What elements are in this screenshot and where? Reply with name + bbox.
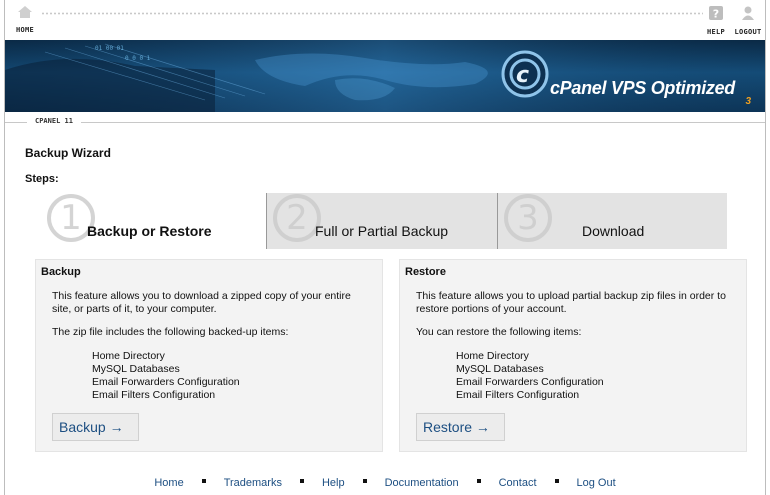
footer-separator — [554, 479, 559, 483]
dotted-divider — [41, 12, 703, 15]
step-label-2: Full or Partial Backup — [315, 223, 449, 239]
restore-items-intro: You can restore the following items: — [416, 326, 582, 338]
home-icon — [18, 6, 32, 18]
list-item: MySQL Databases — [92, 363, 180, 375]
version-strip: CPANEL 11 — [5, 114, 765, 128]
footer-link-trademarks[interactable]: Trademarks — [224, 477, 282, 489]
list-item: Home Directory — [456, 350, 529, 362]
restore-heading: Restore — [405, 266, 446, 278]
list-item: Email Filters Configuration — [92, 389, 216, 401]
banner-brand-text: cPanel VPS Optimized — [549, 78, 735, 98]
footer-link-help[interactable]: Help — [322, 477, 345, 489]
restore-panel: Restore This feature allows you to uploa… — [399, 259, 747, 452]
footer-separator — [362, 479, 367, 483]
home-nav-label: HOME — [15, 26, 35, 34]
version-divider — [5, 122, 765, 123]
svg-text:?: ? — [713, 8, 719, 21]
svg-text:01 00 01: 01 00 01 — [95, 45, 124, 52]
list-item: Home Directory — [92, 350, 165, 362]
footer-separator — [476, 479, 481, 483]
backup-items-list: Home Directory MySQL Databases Email For… — [92, 350, 240, 402]
backup-button[interactable]: Backup → — [52, 413, 139, 441]
step-backup-or-restore: 1 Backup or Restore — [41, 193, 266, 249]
restore-items-list: Home Directory MySQL Databases Email For… — [456, 350, 604, 402]
help-icon: ? — [709, 6, 723, 21]
list-item: Email Forwarders Configuration — [92, 376, 240, 388]
footer-links: Home Trademarks Help Documentation Contact Lo… — [5, 477, 765, 489]
backup-description: This feature allows you to download a zi… — [52, 290, 351, 315]
footer-link-logout[interactable]: Log Out — [577, 477, 616, 489]
list-item: Email Forwarders Configuration — [456, 376, 604, 388]
svg-text:c: c — [516, 63, 529, 88]
svg-text:0 0 0 1: 0 0 0 1 — [125, 55, 151, 62]
steps-label: Steps: — [25, 173, 59, 185]
home-nav-button[interactable]: HOME — [5, 5, 45, 34]
backup-panel: Backup This feature allows you to downlo… — [35, 259, 383, 452]
footer-link-home[interactable]: Home — [154, 477, 183, 489]
logout-nav-label: LOGOUT — [734, 28, 762, 36]
version-label: CPANEL 11 — [27, 117, 81, 125]
logout-nav-button[interactable]: LOGOUT — [728, 5, 768, 36]
step-download: 3 Download — [497, 193, 727, 249]
list-item: MySQL Databases — [456, 363, 544, 375]
cpanel-banner: 01 00 01 0 0 0 1 c cPanel VPS Optimized … — [5, 40, 765, 112]
page-title: Backup Wizard — [25, 146, 111, 160]
backup-heading: Backup — [41, 266, 81, 278]
backup-items-intro: The zip file includes the following back… — [52, 326, 289, 338]
top-nav: HOME ? HELP LOGOUT — [5, 0, 765, 38]
step-label-1: Backup or Restore — [87, 223, 212, 239]
step-number-2: 2 — [273, 194, 321, 242]
footer-separator — [201, 479, 206, 483]
user-icon — [742, 6, 754, 20]
step-full-or-partial-backup: 2 Full or Partial Backup — [266, 193, 497, 249]
list-item: Email Filters Configuration — [456, 389, 580, 401]
world-map-graphic: 01 00 01 0 0 0 1 c — [5, 40, 765, 112]
footer-separator — [299, 479, 304, 483]
footer-link-contact[interactable]: Contact — [499, 477, 537, 489]
banner-version-number: 3 — [745, 96, 751, 107]
step-label-3: Download — [582, 223, 645, 239]
restore-button[interactable]: Restore → — [416, 413, 505, 441]
step-number-3: 3 — [504, 194, 552, 242]
restore-description: This feature allows you to upload partia… — [416, 290, 726, 315]
page-frame: HOME ? HELP LOGOUT 01 00 01 0 0 0 1 c cP… — [4, 0, 766, 495]
footer-link-documentation[interactable]: Documentation — [385, 477, 459, 489]
